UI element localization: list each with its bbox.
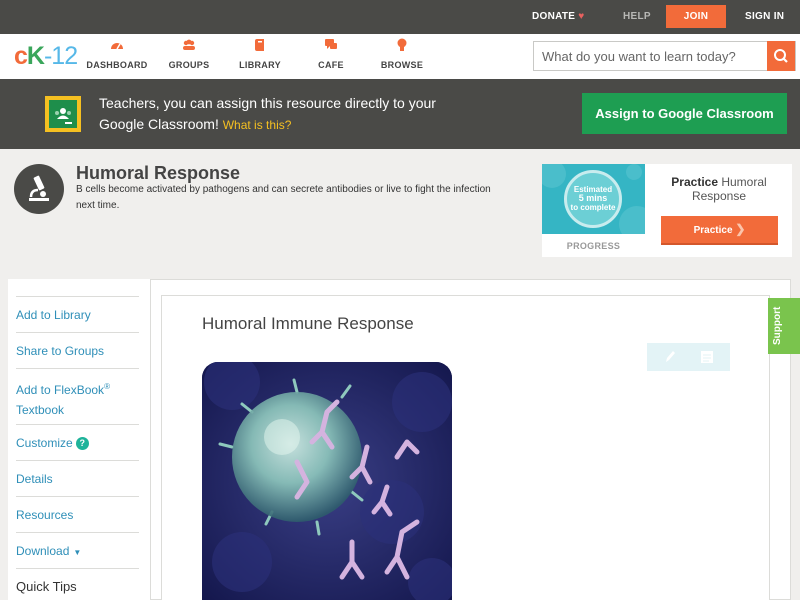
top-bar: DONATE ♥ HELP JOIN SIGN IN: [0, 0, 800, 34]
classroom-message: Teachers, you can assign this resource d…: [99, 93, 439, 136]
logo-c: c: [14, 42, 28, 70]
b-cell-antibody-image: [202, 362, 452, 600]
donate-link[interactable]: DONATE ♥: [532, 0, 585, 34]
nav-library-label: LIBRARY: [239, 60, 281, 70]
practice-button-label: Practice: [693, 225, 733, 236]
dashboard-icon: [111, 43, 123, 50]
search-box: [533, 41, 796, 71]
groups-icon: [183, 39, 195, 50]
caret-down-icon: ▼: [73, 548, 82, 557]
join-button[interactable]: JOIN: [666, 5, 726, 28]
add-to-library-link[interactable]: Add to Library: [16, 296, 139, 332]
add-flexbook-label: Add to FlexBook: [16, 383, 105, 397]
add-to-flexbook-link[interactable]: Add to FlexBook® Textbook: [16, 368, 139, 424]
sign-in-link[interactable]: SIGN IN: [745, 0, 784, 34]
add-flexbook-label-2: Textbook: [16, 403, 65, 417]
logo-k: K: [26, 42, 45, 70]
search-button[interactable]: [767, 41, 795, 71]
donate-label: DONATE: [532, 11, 576, 22]
nav-cafe[interactable]: CAFE: [291, 38, 371, 70]
progress-label: PROGRESS: [566, 241, 621, 251]
quick-tips-heading: Quick Tips: [16, 568, 139, 600]
ck12-logo[interactable]: cK-12: [14, 42, 78, 71]
support-label: Support: [772, 306, 783, 345]
practice-card: Estimated 5 mins to complete PROGRESS Pr…: [542, 164, 792, 257]
nav-browse[interactable]: BROWSE: [362, 38, 442, 70]
nav-dashboard-label: DASHBOARD: [86, 60, 148, 70]
microscope-icon: [14, 164, 64, 214]
what-is-this-link[interactable]: What is this?: [223, 118, 292, 132]
browse-icon: [397, 38, 407, 51]
article-title: Humoral Immune Response: [202, 314, 414, 333]
nav-browse-label: BROWSE: [380, 60, 424, 70]
google-classroom-banner: Teachers, you can assign this resource d…: [0, 79, 800, 149]
nav-cafe-label: CAFE: [318, 60, 344, 70]
resources-link[interactable]: Resources: [16, 496, 139, 532]
search-icon: [774, 49, 788, 63]
customize-label: Customize: [16, 436, 73, 450]
help-link[interactable]: HELP: [623, 0, 651, 34]
share-to-groups-link[interactable]: Share to Groups: [16, 332, 139, 368]
article-tools: [647, 343, 730, 371]
page-title: Humoral Response: [76, 163, 241, 183]
support-tab[interactable]: Support: [768, 298, 800, 354]
library-icon: [255, 39, 264, 51]
practice-title-bold: Practice: [671, 175, 718, 189]
pencil-icon[interactable]: [662, 349, 678, 365]
sidebar: Add to Library Share to Groups Add to Fl…: [8, 279, 151, 600]
page-description: B cells become activated by pathogens an…: [76, 184, 491, 211]
cafe-icon: [325, 39, 337, 49]
help-icon[interactable]: ?: [75, 437, 89, 450]
chevron-right-icon: ❯: [735, 222, 746, 236]
main-nav: cK-12 DASHBOARD GROUPS LIBRARY CAFE BROW…: [0, 34, 800, 79]
heart-icon: ♥: [578, 11, 585, 22]
registered-mark: ®: [104, 382, 110, 391]
nav-groups-label: GROUPS: [168, 60, 210, 70]
estimated-minutes: 5 mins: [578, 193, 608, 203]
details-link[interactable]: Details: [16, 460, 139, 496]
assign-google-classroom-button[interactable]: Assign to Google Classroom: [582, 93, 787, 134]
download-link[interactable]: Download ▼: [16, 532, 139, 568]
nav-library[interactable]: LIBRARY: [220, 38, 300, 70]
notes-icon[interactable]: [699, 349, 715, 365]
nav-dashboard[interactable]: DASHBOARD: [77, 38, 157, 70]
estimated-complete: to complete: [570, 203, 616, 212]
search-input[interactable]: [534, 42, 769, 70]
nav-groups[interactable]: GROUPS: [149, 38, 229, 70]
download-label: Download: [16, 544, 70, 558]
google-classroom-icon: [45, 96, 81, 132]
practice-button[interactable]: Practice ❯: [661, 216, 778, 245]
logo-12: -12: [43, 42, 78, 70]
progress-image: Estimated 5 mins to complete: [542, 164, 645, 234]
practice-title: Practice Humoral Response: [654, 175, 784, 203]
customize-link[interactable]: Customize?: [16, 424, 139, 460]
estimated-time-badge: Estimated 5 mins to complete: [564, 170, 622, 228]
